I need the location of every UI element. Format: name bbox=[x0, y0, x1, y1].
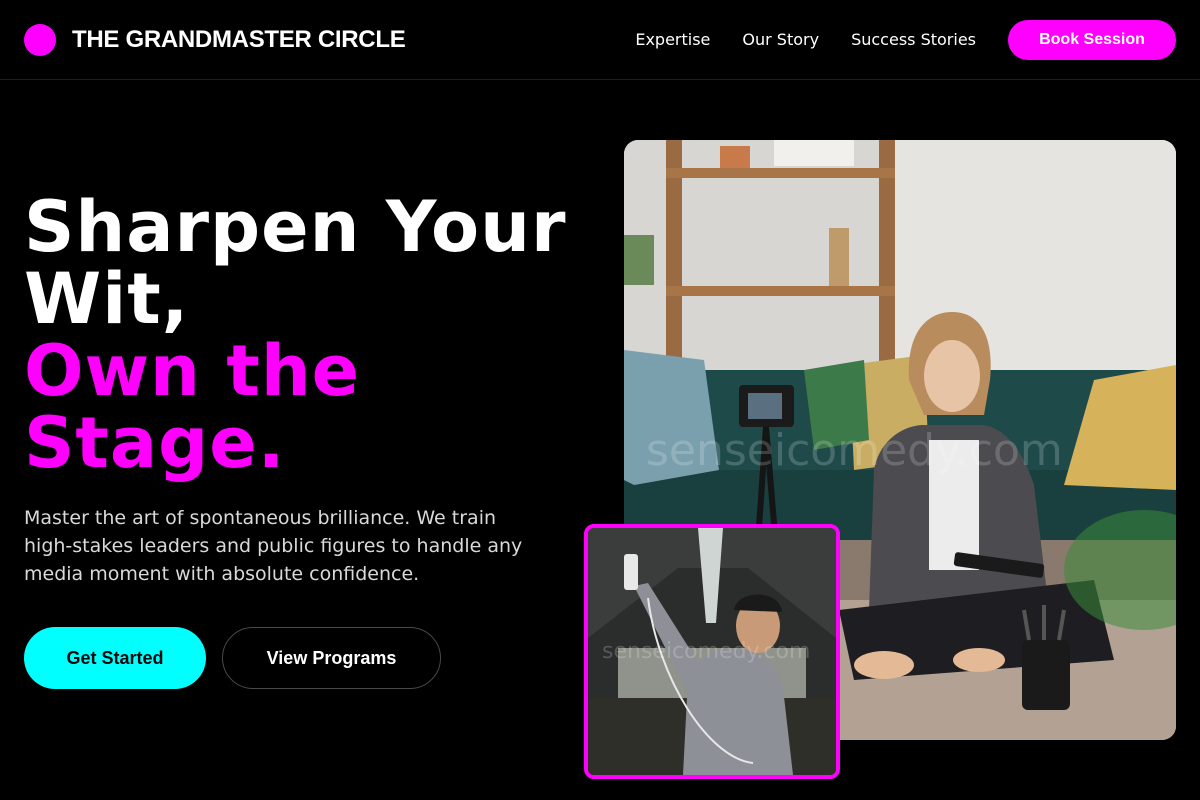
logo-dot-icon[interactable] bbox=[24, 24, 56, 56]
nav-links: Expertise Our Story Success Stories bbox=[635, 30, 976, 50]
view-programs-button[interactable]: View Programs bbox=[222, 627, 441, 689]
top-navbar: THE GRANDMASTER CIRCLE Expertise Our Sto… bbox=[0, 0, 1200, 80]
main-photo-watermark: senseicomedy.com bbox=[646, 425, 1063, 476]
hero-headline: Sharpen Your Wit, Own the Stage. bbox=[24, 191, 604, 479]
inset-photo-illustration: senseicomedy.com bbox=[588, 528, 836, 775]
hero-inset-photo: senseicomedy.com bbox=[584, 524, 840, 779]
headline-line-1: Sharpen Your bbox=[24, 186, 567, 268]
book-session-button[interactable]: Book Session bbox=[1008, 20, 1176, 60]
get-started-button[interactable]: Get Started bbox=[24, 627, 206, 689]
inset-photo-watermark: senseicomedy.com bbox=[602, 639, 810, 664]
nav-link-our-story[interactable]: Our Story bbox=[742, 30, 819, 50]
headline-accent-line-2: Stage. bbox=[24, 402, 286, 484]
brand-name[interactable]: THE GRANDMASTER CIRCLE bbox=[72, 25, 406, 55]
headline-accent-line-1: Own the bbox=[24, 330, 361, 412]
nav-link-success-stories[interactable]: Success Stories bbox=[851, 30, 976, 50]
nav-link-expertise[interactable]: Expertise bbox=[635, 30, 710, 50]
headline-line-2: Wit, bbox=[24, 258, 190, 340]
hero-subtext: Master the art of spontaneous brilliance… bbox=[24, 507, 523, 585]
